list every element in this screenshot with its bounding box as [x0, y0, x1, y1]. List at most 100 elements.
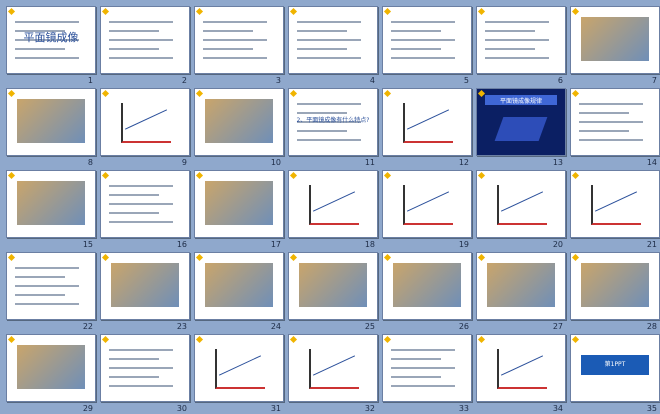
slide-cell[interactable]: 14: [568, 86, 660, 168]
slide-cell[interactable]: 23: [98, 250, 192, 332]
slide-cell[interactable]: 平面镜成像 1: [4, 4, 98, 86]
slide-cell[interactable]: 31: [192, 332, 286, 414]
slide-cell[interactable]: 15: [4, 168, 98, 250]
slide-cell[interactable]: 6: [474, 4, 568, 86]
slide-number: 9: [181, 158, 187, 167]
slide-star-icon: [477, 171, 486, 180]
slide-thumbnail[interactable]: 平面镜成像: [6, 6, 96, 74]
slide-title: 平面镜成像: [23, 31, 79, 44]
slide-thumbnail[interactable]: [288, 252, 378, 320]
slide-thumbnail[interactable]: [570, 88, 660, 156]
slide-thumbnail[interactable]: [476, 6, 566, 74]
slide-thumbnail[interactable]: [194, 334, 284, 402]
slide-cell[interactable]: 2: [98, 4, 192, 86]
slide-star-icon: [383, 89, 392, 98]
slide-thumbnail[interactable]: [570, 6, 660, 74]
slide-number: 34: [552, 404, 563, 413]
slide-thumbnail[interactable]: [100, 252, 190, 320]
slide-thumbnail[interactable]: [194, 252, 284, 320]
slide-thumbnail[interactable]: [570, 252, 660, 320]
slide-star-icon: [101, 253, 110, 262]
slide-thumbnail[interactable]: [6, 88, 96, 156]
slide-text-line: [391, 30, 441, 32]
slide-cell[interactable]: 27: [474, 250, 568, 332]
slide-text-line: [203, 48, 253, 50]
slide-photo: [581, 17, 649, 61]
slide-cell[interactable]: 7: [568, 4, 660, 86]
slide-cell[interactable]: 3: [192, 4, 286, 86]
slide-cell[interactable]: 9: [98, 86, 192, 168]
slide-cell[interactable]: 21: [568, 168, 660, 250]
slide-text-line: [15, 303, 79, 305]
slide-number: 29: [82, 404, 93, 413]
slide-star-icon: [477, 7, 486, 16]
slide-cell[interactable]: 18: [286, 168, 380, 250]
slide-cell[interactable]: 30: [98, 332, 192, 414]
slide-thumbnail[interactable]: [6, 252, 96, 320]
slide-thumbnail[interactable]: [476, 252, 566, 320]
slide-cell[interactable]: 17: [192, 168, 286, 250]
slide-photo: [111, 263, 179, 307]
slide-number: 17: [270, 240, 281, 249]
slide-cell[interactable]: 29: [4, 332, 98, 414]
slide-star-icon: [101, 171, 110, 180]
slide-thumbnail[interactable]: [382, 252, 472, 320]
slide-cell[interactable]: 4: [286, 4, 380, 86]
slide-star-icon: [195, 89, 204, 98]
slide-cell[interactable]: 平面镜成像规律 13: [474, 86, 568, 168]
slide-cell[interactable]: 33: [380, 332, 474, 414]
slide-thumbnail[interactable]: [100, 170, 190, 238]
slide-thumbnail[interactable]: [100, 6, 190, 74]
slide-number: 6: [557, 76, 563, 85]
slide-thumbnail[interactable]: [476, 170, 566, 238]
slide-thumbnail[interactable]: 第1PPT: [570, 334, 660, 402]
slide-text-line: [297, 39, 361, 41]
slide-text-line: [297, 48, 347, 50]
slide-number: 22: [82, 322, 93, 331]
slide-star-icon: [101, 335, 110, 344]
slide-cell[interactable]: 第1PPT 35: [568, 332, 660, 414]
slide-thumbnail[interactable]: [288, 334, 378, 402]
slide-thumbnail[interactable]: [382, 170, 472, 238]
slide-thumbnail[interactable]: [570, 170, 660, 238]
slide-cell[interactable]: 22: [4, 250, 98, 332]
slide-star-icon: [289, 171, 298, 180]
slide-cell[interactable]: 20: [474, 168, 568, 250]
slide-cell[interactable]: 24: [192, 250, 286, 332]
slide-thumbnail[interactable]: [194, 170, 284, 238]
slide-thumbnail[interactable]: [100, 88, 190, 156]
slide-cell[interactable]: 25: [286, 250, 380, 332]
slide-thumbnail[interactable]: 2、平面镜成像有什么特点?: [288, 88, 378, 156]
slide-cell[interactable]: 12: [380, 86, 474, 168]
slide-thumbnail[interactable]: [382, 6, 472, 74]
slide-thumbnail[interactable]: [100, 334, 190, 402]
slide-text-line: [109, 221, 173, 223]
slide-cell[interactable]: 32: [286, 332, 380, 414]
slide-cell[interactable]: 8: [4, 86, 98, 168]
slide-thumbnail[interactable]: [288, 170, 378, 238]
slide-cell[interactable]: 19: [380, 168, 474, 250]
slide-cell[interactable]: 26: [380, 250, 474, 332]
slide-thumbnail[interactable]: [382, 88, 472, 156]
slide-thumbnail[interactable]: [476, 334, 566, 402]
slide-cell[interactable]: 5: [380, 4, 474, 86]
slide-text-line: [203, 30, 253, 32]
slide-text-line: [109, 194, 159, 196]
slide-cell[interactable]: 28: [568, 250, 660, 332]
slide-thumbnail[interactable]: [194, 6, 284, 74]
slide-diagram: [121, 103, 171, 143]
slide-number: 18: [364, 240, 375, 249]
slide-thumbnail[interactable]: [6, 170, 96, 238]
slide-thumbnail[interactable]: [6, 334, 96, 402]
slide-thumbnail[interactable]: [288, 6, 378, 74]
slide-number: 23: [176, 322, 187, 331]
slide-thumbnail[interactable]: 平面镜成像规律: [476, 88, 566, 156]
slide-cell[interactable]: 2、平面镜成像有什么特点? 11: [286, 86, 380, 168]
slide-cell[interactable]: 10: [192, 86, 286, 168]
slide-cell[interactable]: 16: [98, 168, 192, 250]
slide-thumbnail[interactable]: [382, 334, 472, 402]
slide-cell[interactable]: 34: [474, 332, 568, 414]
slide-text-line: [15, 57, 79, 59]
slide-thumbnail[interactable]: [194, 88, 284, 156]
slide-photo: [205, 263, 273, 307]
